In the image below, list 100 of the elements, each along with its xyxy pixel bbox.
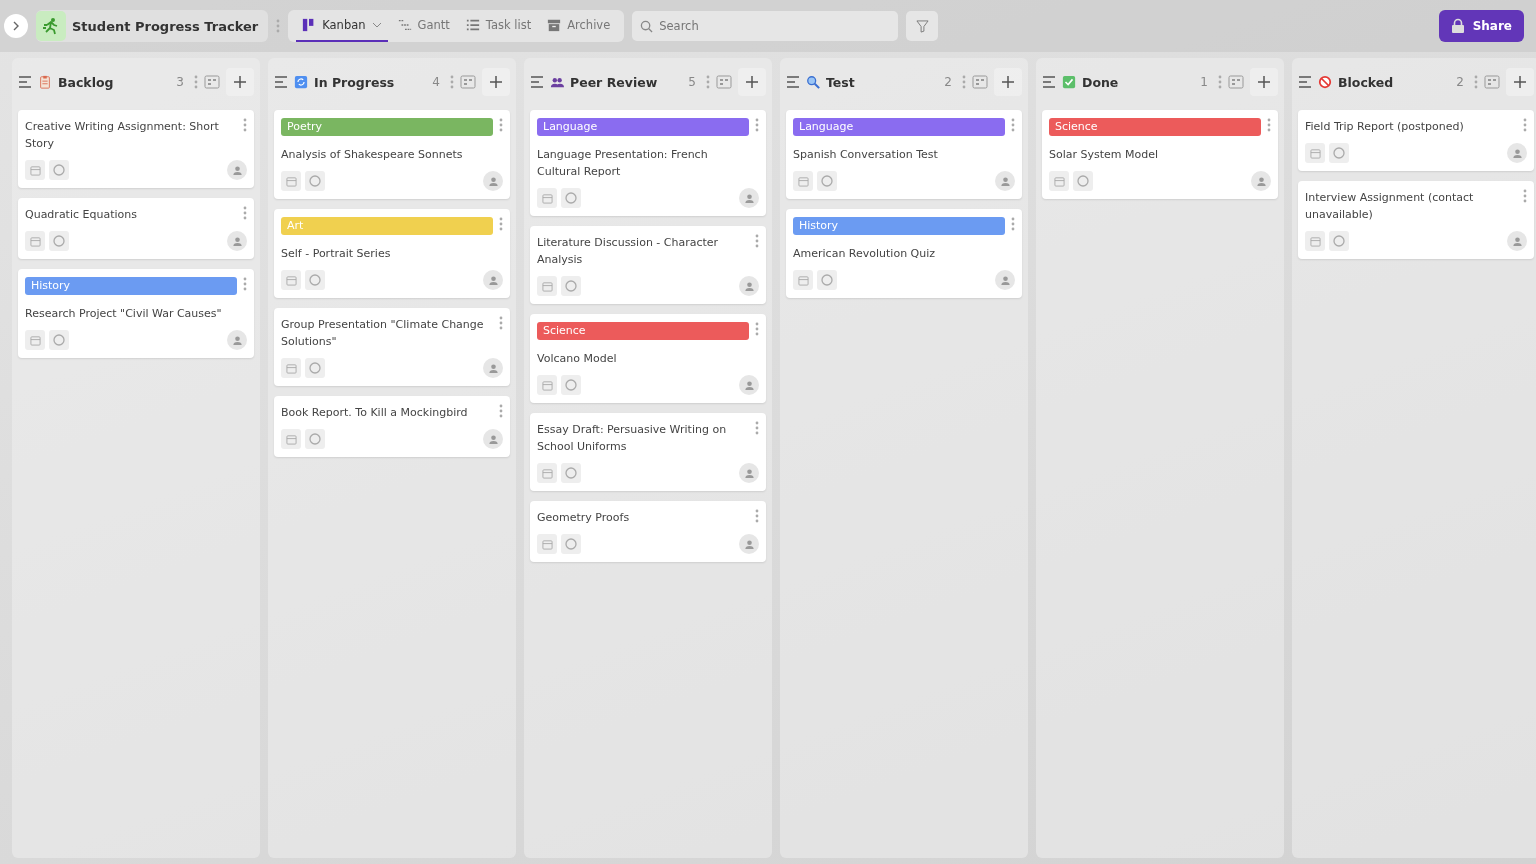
more-icon[interactable] (1218, 75, 1222, 89)
calendar-icon[interactable] (1305, 143, 1325, 163)
calendar-icon[interactable] (1305, 231, 1325, 251)
calendar-icon[interactable] (25, 160, 45, 180)
user-avatar-icon[interactable] (483, 270, 503, 290)
more-icon[interactable] (243, 206, 247, 220)
more-icon[interactable] (1474, 75, 1478, 89)
filter-button[interactable] (906, 11, 939, 41)
share-button[interactable]: Share (1438, 10, 1524, 42)
user-avatar-icon[interactable] (1507, 143, 1527, 163)
user-avatar-icon[interactable] (739, 188, 759, 208)
calendar-icon[interactable] (537, 463, 557, 483)
user-avatar-icon[interactable] (739, 534, 759, 554)
more-icon[interactable] (755, 322, 759, 336)
task-card[interactable]: Quadratic Equations (18, 198, 254, 259)
more-icon[interactable] (706, 75, 710, 89)
view-tab[interactable]: Task list (459, 10, 538, 42)
task-card[interactable]: Language Language Presentation: French Cultural Report (530, 110, 766, 216)
sort-icon[interactable] (18, 76, 32, 88)
user-avatar-icon[interactable] (1507, 231, 1527, 251)
expand-button[interactable] (4, 14, 28, 38)
view-tab[interactable]: Gantt (391, 10, 456, 42)
card-layout-icon[interactable] (1228, 75, 1244, 89)
calendar-icon[interactable] (793, 270, 813, 290)
more-icon[interactable] (1011, 118, 1015, 132)
add-card-button[interactable] (994, 68, 1022, 96)
task-card[interactable]: Geometry Proofs (530, 501, 766, 562)
calendar-icon[interactable] (25, 231, 45, 251)
card-layout-icon[interactable] (972, 75, 988, 89)
calendar-icon[interactable] (281, 270, 301, 290)
calendar-icon[interactable] (25, 330, 45, 350)
more-icon[interactable] (1011, 217, 1015, 231)
user-avatar-icon[interactable] (739, 375, 759, 395)
more-icon[interactable] (243, 118, 247, 132)
task-card[interactable]: Book Report. To Kill a Mockingbird (274, 396, 510, 457)
user-avatar-icon[interactable] (995, 171, 1015, 191)
task-card[interactable]: Literature Discussion - Character Analysis (530, 226, 766, 304)
more-icon[interactable] (499, 118, 503, 132)
sort-icon[interactable] (530, 76, 544, 88)
view-tab[interactable]: Kanban (296, 10, 388, 42)
card-layout-icon[interactable] (1484, 75, 1500, 89)
sort-icon[interactable] (274, 76, 288, 88)
more-icon[interactable] (962, 75, 966, 89)
more-icon[interactable] (755, 421, 759, 435)
add-card-button[interactable] (226, 68, 254, 96)
task-card[interactable]: History Research Project "Civil War Causes" (18, 269, 254, 358)
calendar-icon[interactable] (281, 358, 301, 378)
user-avatar-icon[interactable] (739, 276, 759, 296)
more-icon[interactable] (1523, 118, 1527, 132)
user-avatar-icon[interactable] (227, 160, 247, 180)
sort-icon[interactable] (1042, 76, 1056, 88)
calendar-icon[interactable] (537, 375, 557, 395)
more-icon[interactable] (194, 75, 198, 89)
card-layout-icon[interactable] (716, 75, 732, 89)
add-card-button[interactable] (738, 68, 766, 96)
task-card[interactable]: Art Self - Portrait Series (274, 209, 510, 298)
more-icon[interactable] (755, 509, 759, 523)
task-card[interactable]: History American Revolution Quiz (786, 209, 1022, 298)
more-icon[interactable] (755, 234, 759, 248)
more-icon[interactable] (499, 404, 503, 418)
task-card[interactable]: Interview Assignment (contact unavailable) (1298, 181, 1534, 259)
more-icon[interactable] (499, 217, 503, 231)
calendar-icon[interactable] (537, 188, 557, 208)
more-icon[interactable] (450, 75, 454, 89)
card-layout-icon[interactable] (204, 75, 220, 89)
task-card[interactable]: Group Presentation "Climate Change Solutions" (274, 308, 510, 386)
search-field[interactable]: Search (632, 11, 899, 41)
user-avatar-icon[interactable] (739, 463, 759, 483)
task-card[interactable]: Essay Draft: Persuasive Writing on School Uniforms (530, 413, 766, 491)
task-card[interactable]: Creative Writing Assignment: Short Story (18, 110, 254, 188)
calendar-icon[interactable] (537, 534, 557, 554)
task-card[interactable]: Science Solar System Model (1042, 110, 1278, 199)
add-card-button[interactable] (1250, 68, 1278, 96)
task-card[interactable]: Field Trip Report (postponed) (1298, 110, 1534, 171)
task-card[interactable]: Poetry Analysis of Shakespeare Sonnets (274, 110, 510, 199)
user-avatar-icon[interactable] (227, 330, 247, 350)
more-icon[interactable] (1523, 189, 1527, 203)
calendar-icon[interactable] (281, 429, 301, 449)
user-avatar-icon[interactable] (995, 270, 1015, 290)
user-avatar-icon[interactable] (483, 171, 503, 191)
more-icon[interactable] (499, 316, 503, 330)
card-layout-icon[interactable] (460, 75, 476, 89)
add-card-button[interactable] (1506, 68, 1534, 96)
task-card[interactable]: Language Spanish Conversation Test (786, 110, 1022, 199)
more-icon[interactable] (243, 277, 247, 291)
view-tab[interactable]: Archive (541, 10, 617, 42)
calendar-icon[interactable] (793, 171, 813, 191)
more-icon[interactable] (276, 19, 281, 33)
sort-icon[interactable] (1298, 76, 1312, 88)
calendar-icon[interactable] (537, 276, 557, 296)
task-card[interactable]: Science Volcano Model (530, 314, 766, 403)
user-avatar-icon[interactable] (483, 358, 503, 378)
user-avatar-icon[interactable] (1251, 171, 1271, 191)
more-icon[interactable] (1267, 118, 1271, 132)
user-avatar-icon[interactable] (227, 231, 247, 251)
calendar-icon[interactable] (281, 171, 301, 191)
more-icon[interactable] (755, 118, 759, 132)
user-avatar-icon[interactable] (483, 429, 503, 449)
sort-icon[interactable] (786, 76, 800, 88)
calendar-icon[interactable] (1049, 171, 1069, 191)
